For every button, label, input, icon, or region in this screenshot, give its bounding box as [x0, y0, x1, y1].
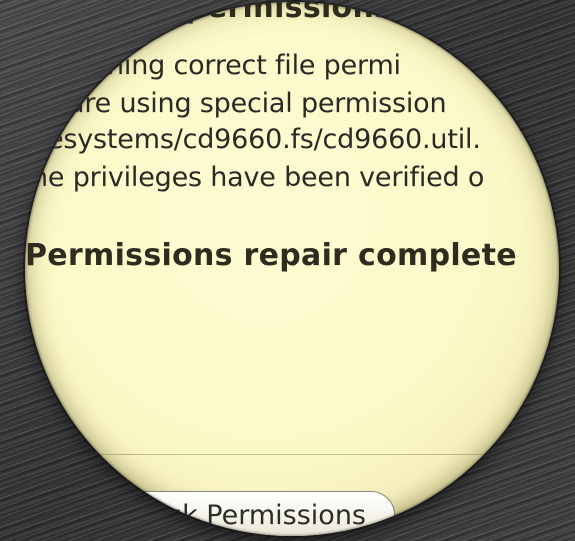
- log-line: ning correct file permi: [107, 50, 401, 81]
- magnified-log-view: permissions ning correct file permi are …: [25, 2, 559, 536]
- repair-complete-heading: Permissions repair complete: [25, 238, 517, 273]
- repair-disk-permissions-button[interactable]: isk Permissions: [80, 491, 395, 536]
- log-line: he privileges have been verified o: [31, 162, 485, 193]
- log-line: are using special permission: [68, 88, 447, 119]
- log-line: permissions: [185, 2, 393, 25]
- divider: [25, 454, 559, 455]
- log-line: esystems/cd9660.fs/cd9660.util.: [47, 124, 481, 155]
